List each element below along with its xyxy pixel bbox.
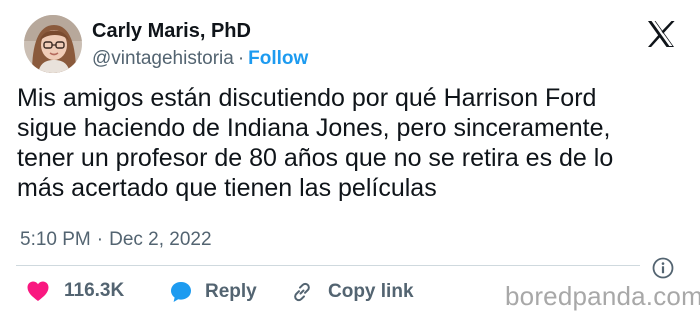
post-text-line: más acertado que tienen las películas: [17, 174, 437, 202]
speech-bubble-icon[interactable]: [169, 280, 193, 304]
post-text-line: Mis amigos están discutiendo por qué Har…: [17, 84, 597, 112]
author-name[interactable]: Carly Maris, PhD: [92, 19, 251, 43]
reply-label[interactable]: Reply: [205, 281, 257, 303]
author-handle[interactable]: @vintagehistoria: [92, 48, 234, 69]
like-count[interactable]: 116.3K: [64, 280, 124, 302]
copy-link-button[interactable]: Copy link: [290, 280, 414, 304]
heart-icon[interactable]: [26, 280, 50, 302]
link-icon[interactable]: [290, 280, 314, 304]
author-handle-row: @vintagehistoria · Follow: [92, 47, 308, 71]
handle-separator: ·: [237, 48, 245, 69]
post-time[interactable]: 5:10 PM: [20, 229, 91, 250]
x-logo-icon[interactable]: [646, 20, 676, 48]
date-separator: ·: [96, 229, 104, 250]
follow-button[interactable]: Follow: [248, 48, 308, 69]
divider: [16, 265, 640, 266]
watermark: boredpanda.com: [505, 281, 700, 311]
post-timestamp[interactable]: 5:10 PM · Dec 2, 2022: [20, 229, 212, 251]
like-button[interactable]: 116.3K: [26, 280, 124, 302]
post-text: Mis amigos están discutiendo por qué Har…: [17, 83, 689, 203]
info-icon[interactable]: [652, 257, 674, 279]
avatar[interactable]: [24, 15, 82, 73]
reply-button[interactable]: Reply: [169, 280, 257, 304]
post-text-line: tener un profesor de 80 años que no se r…: [17, 144, 614, 172]
post-date[interactable]: Dec 2, 2022: [109, 229, 211, 250]
copy-link-label[interactable]: Copy link: [328, 281, 414, 303]
post-text-line: sigue haciendo de Indiana Jones, pero si…: [17, 114, 611, 142]
